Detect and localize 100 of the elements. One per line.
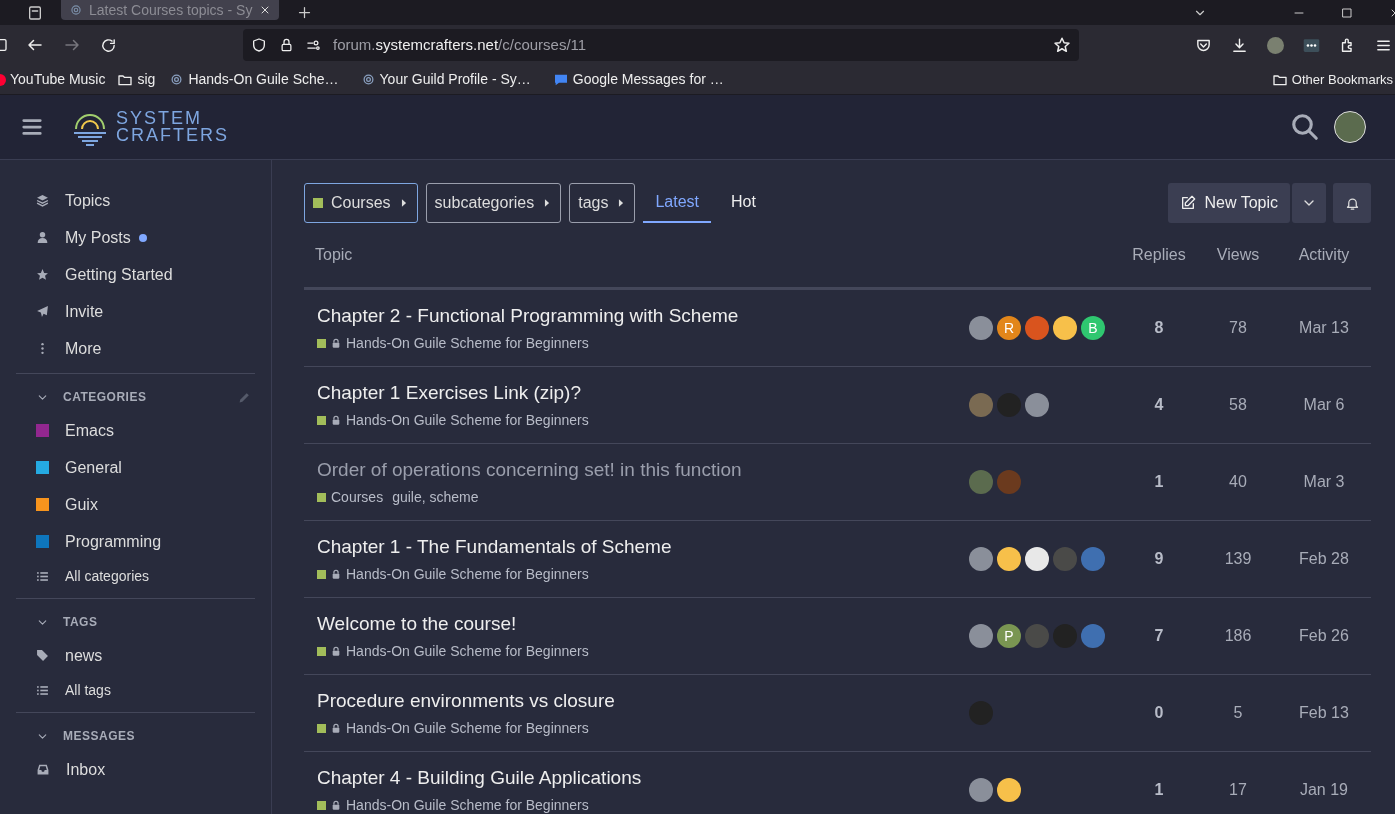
category-link[interactable]: Hands-On Guile Scheme for Beginners [346, 795, 589, 814]
user-icon [36, 231, 49, 244]
sidebar-link[interactable]: My Posts [16, 219, 271, 256]
lock-icon [279, 37, 294, 53]
views-count: 186 [1223, 626, 1253, 646]
filter-dropdown[interactable]: subcategories [425, 183, 562, 223]
site-logo[interactable]: SYSTEM CRAFTERS [70, 107, 229, 147]
extension-icon[interactable] [1303, 36, 1320, 54]
address-bar[interactable]: forum.systemcrafters.net/c/courses/11 [243, 29, 1079, 61]
bookmark[interactable]: sig [117, 69, 156, 90]
replies-count: 4 [1153, 395, 1165, 415]
activity-date[interactable]: Jan 19 [1277, 778, 1371, 802]
edit-icon [1180, 195, 1197, 211]
activity-date[interactable]: Mar 3 [1277, 470, 1371, 494]
section-heading[interactable]: MESSAGES [63, 727, 135, 745]
notifications-button[interactable] [1333, 183, 1371, 223]
maximize-icon[interactable] [1341, 6, 1353, 19]
category-link[interactable]: Hands-On Guile Scheme for Beginners [346, 333, 589, 355]
topic-title[interactable]: Procedure environments vs closure [317, 686, 969, 716]
category-link[interactable]: Courses [331, 487, 384, 509]
replies-count: 1 [1153, 472, 1165, 492]
sidebar-link[interactable]: General [16, 449, 255, 486]
topic-title[interactable]: Chapter 1 Exercises Link (zip)? [317, 378, 969, 408]
sidebar-link[interactable]: More [16, 330, 271, 367]
bookmark[interactable]: Hands-On Guile Sche… [169, 69, 339, 90]
close-icon[interactable] [259, 4, 271, 16]
bell-icon [1344, 195, 1360, 211]
category-link[interactable]: Hands-On Guile Scheme for Beginners [346, 641, 589, 663]
views-count: 58 [1228, 395, 1248, 415]
views-count: 139 [1223, 549, 1253, 569]
user-avatar[interactable] [1025, 547, 1049, 571]
sidebar-link[interactable]: Invite [16, 293, 271, 330]
list-icon [36, 569, 49, 583]
activity-date[interactable]: Feb 26 [1277, 624, 1371, 648]
user-avatar[interactable] [997, 547, 1021, 571]
column-header[interactable]: Activity [1277, 243, 1371, 267]
tab-title: Latest Courses topics - Sy [89, 0, 253, 20]
topic-title[interactable]: Order of operations concerning set! in this function [317, 455, 969, 485]
topic-title[interactable]: Welcome to the course! [317, 609, 969, 639]
replies-count: 9 [1153, 549, 1165, 569]
section-heading[interactable]: CATEGORIES [63, 388, 147, 406]
star-icon[interactable] [1053, 36, 1071, 54]
bookmark[interactable]: Your Guild Profile - Sy… [360, 69, 531, 90]
new-topic-button[interactable]: New Topic [1168, 183, 1290, 223]
topic-title[interactable]: Chapter 4 - Building Guile Applications [317, 763, 969, 793]
views-count: 5 [1232, 703, 1244, 723]
replies-count: 1 [1153, 780, 1165, 800]
section-heading[interactable]: TAGS [63, 613, 98, 631]
nav-tab[interactable]: Latest [643, 183, 712, 223]
sidebar-link[interactable]: Inbox [16, 751, 255, 788]
download-icon[interactable] [1231, 36, 1248, 54]
sidebar-link[interactable]: Programming [16, 523, 255, 560]
user-avatar[interactable] [1334, 111, 1366, 143]
sidebar-link[interactable]: Getting Started [16, 256, 271, 293]
views-count: 40 [1228, 472, 1248, 492]
category-link[interactable]: Hands-On Guile Scheme for Beginners [346, 564, 589, 586]
tag-icon [36, 649, 49, 662]
nav-tab[interactable]: Hot [719, 183, 768, 223]
category-link[interactable]: Hands-On Guile Scheme for Beginners [346, 410, 589, 432]
list-icon [36, 683, 49, 697]
hamburger-menu-icon[interactable] [19, 116, 45, 138]
tab-list-icon[interactable] [27, 4, 43, 21]
activity-date[interactable]: Mar 13 [1277, 316, 1371, 340]
activity-date[interactable]: Feb 13 [1277, 701, 1371, 725]
topic-title[interactable]: Chapter 1 - The Fundamentals of Scheme [317, 532, 969, 562]
category-link[interactable]: Hands-On Guile Scheme for Beginners [346, 718, 589, 740]
sidebar-link[interactable]: Emacs [16, 412, 255, 449]
url-text: forum.systemcrafters.net/c/courses/11 [333, 34, 587, 55]
sidebar-link[interactable]: Topics [16, 182, 271, 219]
views-count: 78 [1228, 318, 1248, 338]
replies-count: 0 [1153, 703, 1165, 723]
column-header[interactable]: Views [1199, 243, 1277, 267]
user-avatar[interactable] [997, 778, 1021, 802]
sidebar-link[interactable]: All categories [16, 560, 255, 592]
topic-title[interactable]: Chapter 2 - Functional Programming with Scheme [317, 301, 969, 331]
profile-avatar[interactable] [1267, 36, 1284, 54]
star-icon [36, 268, 49, 281]
logo-text: SYSTEM [116, 110, 203, 127]
views-count: 17 [1228, 780, 1248, 800]
bookmark[interactable]: YouTube Music [0, 69, 106, 90]
activity-date[interactable]: Mar 6 [1277, 393, 1371, 417]
search-icon[interactable] [1290, 112, 1320, 142]
user-avatar[interactable] [1053, 316, 1077, 340]
filter-dropdown[interactable]: tags [569, 183, 636, 223]
sidebar-link[interactable]: All tags [16, 674, 255, 706]
sidebar-link[interactable]: news [16, 637, 255, 674]
plus-icon[interactable] [297, 5, 312, 20]
activity-date[interactable]: Feb 28 [1277, 547, 1371, 571]
bookmark[interactable]: Google Messages for … [552, 69, 724, 90]
column-header[interactable]: Replies [1119, 243, 1199, 267]
column-header[interactable]: Topic [304, 243, 1119, 267]
inbox-icon [36, 763, 50, 776]
layers-icon [36, 194, 49, 207]
logo-text: CRAFTERS [116, 127, 229, 144]
tag-list[interactable]: guile, scheme [392, 487, 479, 509]
sidebar-link[interactable]: Guix [16, 486, 255, 523]
replies-count: 8 [1153, 318, 1165, 338]
filter-dropdown[interactable]: Courses [304, 183, 418, 223]
reload-icon[interactable] [100, 36, 117, 54]
bookmark-folder[interactable]: Other Bookmarks [1271, 69, 1393, 90]
